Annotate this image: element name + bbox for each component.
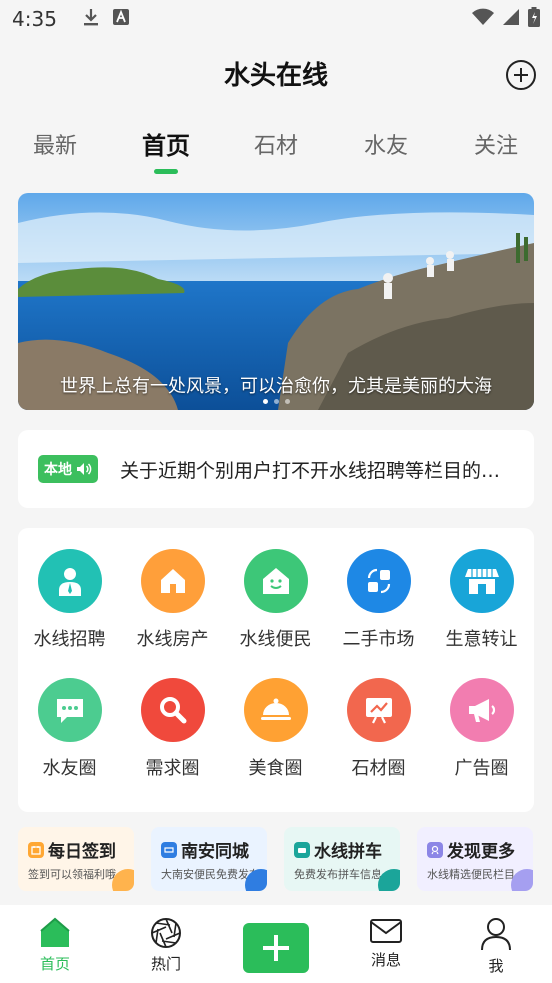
banner-dots bbox=[18, 399, 534, 404]
smile-house-icon bbox=[243, 549, 308, 613]
banner-caption: 世界上总有一处风景，可以治愈你，尤其是美丽的大海 bbox=[60, 376, 492, 397]
discover-icon bbox=[427, 841, 443, 858]
category-grid: 水线招聘 水线房产 水线便民 二手市场 生意转让 水友圈 需求圈 美食圈 石材圈… bbox=[18, 528, 534, 812]
shortcut-title: 每日签到 bbox=[48, 842, 116, 862]
car-icon bbox=[294, 841, 310, 858]
house-icon bbox=[140, 549, 205, 613]
shortcut-title: 发现更多 bbox=[447, 842, 515, 862]
mail-icon bbox=[370, 919, 402, 943]
banner-dot bbox=[262, 399, 268, 404]
map-tag-icon bbox=[161, 841, 177, 858]
tabbar-label: 消息 bbox=[370, 951, 401, 969]
user-icon bbox=[481, 918, 511, 951]
grid-item-property[interactable]: 水线房产 bbox=[121, 549, 224, 651]
plus-circle-icon bbox=[514, 68, 528, 82]
wifi-icon bbox=[472, 8, 494, 30]
tabbar-home[interactable]: 首页 bbox=[15, 917, 95, 974]
channel-tabs: 最新 首页 石材 水友 关注 bbox=[0, 118, 552, 178]
grid-item-convenience[interactable]: 水线便民 bbox=[224, 549, 327, 651]
app-header: 水头在线 bbox=[0, 38, 552, 108]
aperture-icon bbox=[151, 918, 181, 948]
grid-item-friends-circle[interactable]: 水友圈 bbox=[18, 678, 121, 780]
home-icon bbox=[40, 917, 70, 947]
grid-label: 水线便民 bbox=[239, 629, 312, 650]
tab-indicator bbox=[154, 169, 178, 174]
tabbar-label: 首页 bbox=[39, 955, 70, 973]
local-badge: 本地 bbox=[38, 455, 98, 483]
tab-stone[interactable]: 石材 bbox=[236, 128, 316, 160]
grid-item-ad-circle[interactable]: 广告圈 bbox=[430, 678, 533, 780]
food-dome-icon bbox=[243, 678, 308, 742]
shortcut-title: 水线拼车 bbox=[314, 842, 382, 862]
download-icon bbox=[83, 8, 99, 30]
grid-label: 水友圈 bbox=[42, 758, 97, 779]
calendar-icon bbox=[28, 841, 44, 858]
grid-item-secondhand[interactable]: 二手市场 bbox=[327, 549, 430, 651]
battery-icon bbox=[528, 7, 540, 31]
tab-friends[interactable]: 水友 bbox=[346, 128, 426, 160]
notice-card[interactable]: 本地 关于近期个别用户打不开水线招聘等栏目的问题 bbox=[18, 430, 534, 508]
search-icon bbox=[140, 678, 205, 742]
grid-label: 二手市场 bbox=[342, 629, 415, 650]
grid-label: 广告圈 bbox=[454, 758, 509, 779]
grid-item-stone-circle[interactable]: 石材圈 bbox=[327, 678, 430, 780]
grid-label: 水线房产 bbox=[136, 629, 209, 650]
tab-latest[interactable]: 最新 bbox=[15, 128, 95, 160]
app-title: 水头在线 bbox=[223, 60, 328, 91]
tabbar-messages[interactable]: 消息 bbox=[346, 917, 426, 970]
recruit-person-icon bbox=[37, 549, 102, 613]
chat-bubble-icon bbox=[37, 678, 102, 742]
tab-home[interactable]: 首页 bbox=[126, 126, 206, 161]
plus-icon bbox=[263, 935, 289, 961]
shortcut-carpool[interactable]: 水线拼车 免费发布拼车信息 bbox=[284, 827, 400, 891]
add-button[interactable] bbox=[506, 60, 536, 90]
shortcut-row: 每日签到 签到可以领福利哦 南安同城 大南安便民免费发布 水线拼车 免费发布拼车… bbox=[18, 827, 552, 891]
notice-text: 关于近期个别用户打不开水线招聘等栏目的问题 bbox=[120, 459, 505, 482]
shortcut-daily-checkin[interactable]: 每日签到 签到可以领福利哦 bbox=[18, 827, 134, 891]
board-chart-icon bbox=[346, 678, 411, 742]
speaker-icon bbox=[77, 463, 92, 475]
megaphone-icon bbox=[449, 678, 514, 742]
grid-item-food-circle[interactable]: 美食圈 bbox=[224, 678, 327, 780]
publish-button[interactable] bbox=[243, 923, 309, 973]
shortcut-nanan-city[interactable]: 南安同城 大南安便民免费发布 bbox=[151, 827, 267, 891]
grid-label: 美食圈 bbox=[248, 758, 303, 779]
tab-follow[interactable]: 关注 bbox=[456, 128, 536, 160]
bottom-tabbar: 首页 热门 消息 我 bbox=[0, 905, 552, 983]
grid-label: 生意转让 bbox=[445, 629, 518, 650]
banner-dot bbox=[284, 399, 290, 404]
local-badge-label: 本地 bbox=[44, 462, 72, 478]
notification-a-icon bbox=[112, 9, 129, 29]
status-time: 4:35 bbox=[12, 7, 57, 31]
grid-item-recruit[interactable]: 水线招聘 bbox=[18, 549, 121, 651]
shortcut-title: 南安同城 bbox=[181, 842, 249, 862]
tabbar-hot[interactable]: 热门 bbox=[126, 917, 206, 974]
banner-carousel[interactable]: 世界上总有一处风景，可以治愈你，尤其是美丽的大海 bbox=[18, 193, 534, 410]
banner-dot bbox=[273, 399, 279, 404]
tabbar-label: 热门 bbox=[150, 955, 181, 973]
signal-icon bbox=[502, 8, 520, 30]
tabbar-me[interactable]: 我 bbox=[456, 917, 536, 976]
tabbar-label: 我 bbox=[488, 957, 504, 975]
status-bar: 4:35 bbox=[0, 0, 552, 38]
grid-label: 石材圈 bbox=[351, 758, 406, 779]
exchange-icon bbox=[346, 549, 411, 613]
grid-item-business-transfer[interactable]: 生意转让 bbox=[430, 549, 533, 651]
grid-label: 需求圈 bbox=[145, 758, 200, 779]
grid-item-demand-circle[interactable]: 需求圈 bbox=[121, 678, 224, 780]
grid-label: 水线招聘 bbox=[33, 629, 106, 650]
shortcut-discover-more[interactable]: 发现更多 水线精选便民栏目 bbox=[417, 827, 533, 891]
shop-icon bbox=[449, 549, 514, 613]
